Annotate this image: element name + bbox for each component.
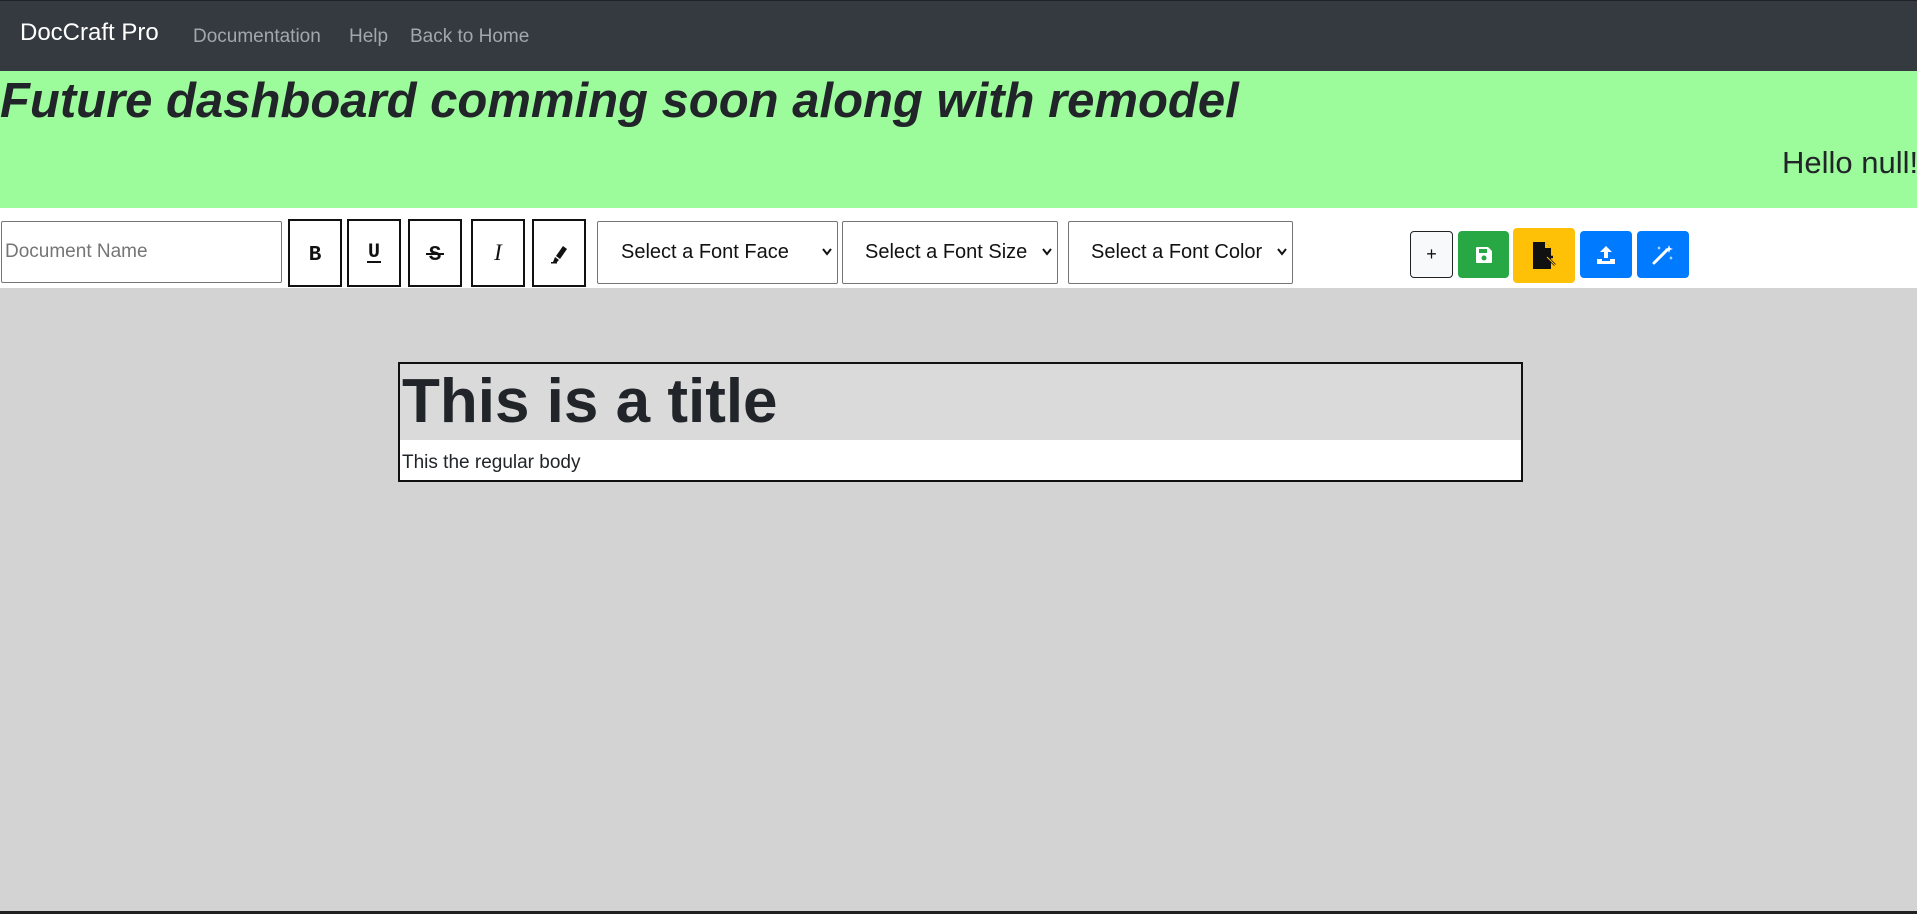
chevron-down-icon bbox=[1277, 248, 1287, 256]
nav-link-documentation[interactable]: Documentation bbox=[193, 26, 321, 48]
floppy-disk-icon bbox=[1475, 246, 1492, 263]
highlight-button[interactable] bbox=[532, 219, 586, 287]
file-export-icon bbox=[1533, 241, 1556, 269]
svg-text:I: I bbox=[493, 242, 503, 264]
highlighter-icon bbox=[551, 246, 567, 264]
strikethrough-icon: S bbox=[426, 244, 444, 264]
add-button[interactable]: + bbox=[1410, 231, 1453, 278]
document-editor[interactable]: This is a title This the regular body bbox=[398, 362, 1523, 482]
editor-toolbar: B U S I Select a Font Face Select a Font… bbox=[0, 208, 1917, 288]
upload-icon bbox=[1597, 245, 1615, 264]
brand-link[interactable]: DocCraft Pro bbox=[20, 19, 159, 47]
svg-text:B: B bbox=[309, 244, 322, 264]
font-face-select[interactable]: Select a Font Face bbox=[597, 221, 838, 284]
document-name-input[interactable] bbox=[1, 221, 282, 283]
upload-button[interactable] bbox=[1580, 231, 1632, 278]
bold-button[interactable]: B bbox=[288, 219, 342, 287]
font-size-select-label: Select a Font Size bbox=[865, 241, 1028, 263]
bold-icon: B bbox=[309, 244, 322, 264]
user-greeting: Hello null! bbox=[1782, 145, 1917, 180]
banner-title: Future dashboard comming soon along with… bbox=[0, 74, 1239, 128]
save-button[interactable] bbox=[1458, 231, 1509, 278]
italic-icon: I bbox=[493, 242, 503, 264]
italic-button[interactable]: I bbox=[471, 219, 525, 287]
plus-icon: + bbox=[1426, 244, 1437, 264]
chevron-down-icon bbox=[822, 248, 832, 256]
font-face-select-label: Select a Font Face bbox=[621, 241, 789, 263]
export-button[interactable] bbox=[1513, 228, 1575, 283]
font-color-select-label: Select a Font Color bbox=[1091, 241, 1263, 263]
font-size-select[interactable]: Select a Font Size bbox=[842, 221, 1058, 284]
magic-button[interactable] bbox=[1637, 231, 1689, 278]
strikethrough-button[interactable]: S bbox=[408, 219, 462, 287]
document-body[interactable]: This the regular body bbox=[402, 452, 581, 474]
underline-icon: U bbox=[367, 241, 381, 264]
document-title[interactable]: This is a title bbox=[400, 364, 1521, 440]
svg-text:U: U bbox=[368, 241, 380, 264]
nav-link-help[interactable]: Help bbox=[349, 26, 388, 48]
announcement-banner: Future dashboard comming soon along with… bbox=[0, 71, 1917, 208]
magic-wand-icon bbox=[1652, 244, 1673, 264]
font-color-select[interactable]: Select a Font Color bbox=[1068, 221, 1293, 284]
top-navbar: DocCraft Pro Documentation Help Back to … bbox=[0, 0, 1917, 71]
nav-link-back-to-home[interactable]: Back to Home bbox=[410, 26, 529, 48]
chevron-down-icon bbox=[1042, 248, 1052, 256]
underline-button[interactable]: U bbox=[347, 219, 401, 287]
